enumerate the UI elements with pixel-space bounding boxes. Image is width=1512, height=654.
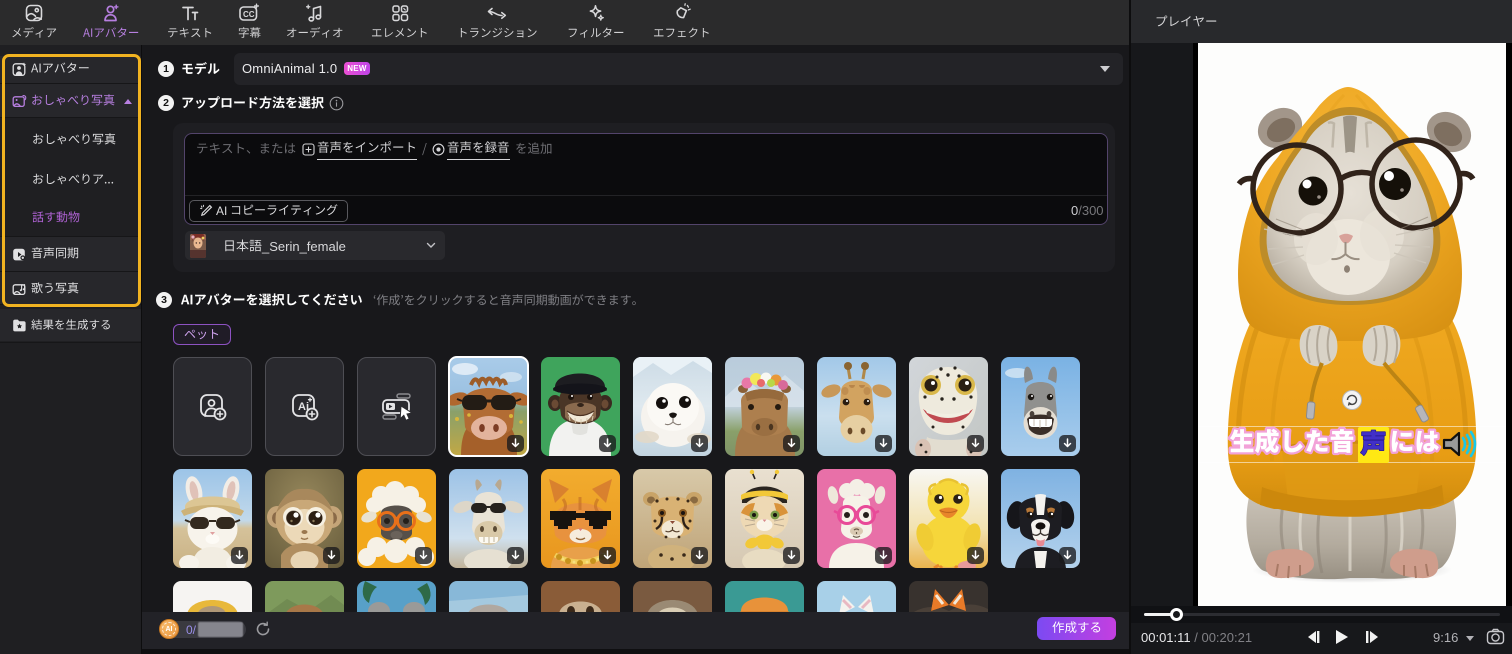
svg-text:CC: CC <box>243 10 255 19</box>
